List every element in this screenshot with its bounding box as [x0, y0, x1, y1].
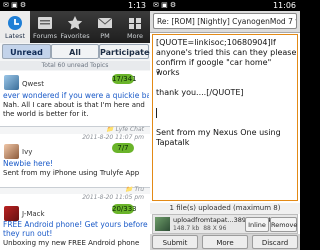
status-time: 11:06	[272, 1, 296, 10]
unread-count-label: Total 60 unread Topics	[0, 61, 150, 70]
tab-more[interactable]: More	[120, 11, 150, 43]
topic-title: Newbie here!	[3, 159, 54, 168]
topic-author: J-Mack	[22, 210, 45, 218]
tab-pm[interactable]: PM	[90, 11, 120, 43]
forum-icon	[38, 17, 52, 29]
notification-icons: ✉ ▣ ⚙	[153, 1, 177, 9]
more-icon	[129, 18, 141, 29]
body-line: Sent from my Nexus One using	[156, 128, 281, 137]
star-icon	[67, 16, 83, 30]
body-line: Tapatalk	[156, 138, 190, 147]
status-bar: ✉ ▣ ⚙ 1:13	[0, 0, 150, 11]
reply-count-badge: 17/341	[112, 74, 137, 84]
reply-compose-screen: ✉ ▣ ⚙ 11:06 Re: [ROM] [Nightly] Cyanogen…	[150, 0, 300, 250]
subject-input[interactable]: Re: [ROM] [Nightly] CyanogenMod 7 for	[153, 13, 297, 29]
tab-favorites[interactable]: Favorites	[60, 11, 90, 43]
reply-count-badge: 7/7	[112, 143, 134, 153]
topic-title: ever wondered if you were a quickie baby…	[3, 91, 149, 100]
image-thumbnail	[155, 217, 170, 231]
tab-label: Favorites	[60, 32, 90, 40]
body-line: anyone's tried this can they please	[156, 48, 297, 57]
topic-author: Qwest	[22, 80, 44, 88]
submit-button[interactable]: Submit	[152, 235, 198, 249]
attachment-item: uploadfromtapat...3895966045.jpg 148.7 k…	[152, 214, 298, 234]
subtab-all[interactable]: All	[51, 44, 99, 59]
attachment-size: 148.7 kb 88 X 96	[173, 225, 227, 232]
tab-label: Forums	[33, 32, 57, 40]
notification-icons: ✉ ▣ ⚙	[3, 1, 27, 9]
tab-forums[interactable]: Forums	[30, 11, 60, 43]
topic-row[interactable]: Qwest 17/341 ever wondered if you were a…	[0, 71, 150, 127]
topic-time: 2011-8-20 11:07 pm	[82, 134, 144, 141]
topic-row[interactable]: 2011-8-20 11:07 pm Ivy 7/7 Newbie here! …	[0, 134, 150, 188]
main-tab-bar: Latest Forums Favorites PM More	[0, 11, 150, 43]
text-cursor	[156, 108, 157, 118]
tab-latest[interactable]: Latest	[0, 11, 30, 43]
avatar	[4, 206, 19, 221]
reply-count-badge: 20/333	[112, 204, 137, 214]
mail-icon	[97, 17, 113, 28]
topic-time: 2011-8-20 11:05 pm	[82, 194, 144, 201]
discard-button[interactable]: Discard	[252, 235, 298, 249]
topic-row[interactable]: 2011-8-20 11:05 pm J-Mack 20/333 FREE An…	[0, 194, 150, 250]
status-bar: ✉ ▣ ⚙ 11:06	[150, 0, 300, 11]
clock-icon	[8, 16, 22, 30]
topic-preview: Nah. All I care about is that I'm here a…	[3, 101, 145, 118]
topic-title: FREE Android phone! Get yours before the…	[3, 220, 148, 238]
action-bar: Submit More Discard	[150, 234, 300, 250]
topic-author: Ivy	[22, 148, 33, 156]
topic-preview: Sent from my iPhone using Trulyfe App	[3, 169, 140, 177]
body-line: confirm if google "car home" works	[156, 58, 272, 77]
topic-filter-tabs: Unread All Participated	[0, 43, 150, 60]
subtab-unread[interactable]: Unread	[2, 44, 51, 59]
more-button[interactable]: More	[202, 235, 248, 249]
inline-button[interactable]: Inline	[245, 217, 269, 232]
tab-label: Latest	[4, 32, 26, 40]
remove-button[interactable]: Remove	[270, 217, 297, 232]
status-time: 1:13	[128, 1, 146, 10]
body-line: [QUOTE=linkisoc;10680904]If	[156, 38, 276, 47]
subtab-participated[interactable]: Participated	[99, 44, 150, 59]
attachment-header: 1 file(s) uploaded (maximum 8)	[150, 203, 300, 214]
topic-preview: Unboxing my new FREE Android phone	[3, 239, 140, 247]
body-line: ?	[156, 68, 161, 77]
avatar	[4, 144, 19, 159]
topic-forum: 📁 Lyfe Chat	[106, 126, 144, 133]
message-editor[interactable]: [QUOTE=linkisoc;10680904]If anyone's tri…	[152, 34, 298, 201]
subject-bar: Re: [ROM] [Nightly] CyanogenMod 7 for	[150, 11, 300, 33]
body-line: thank you....[/QUOTE]	[156, 88, 244, 97]
avatar	[4, 75, 19, 90]
topic-forum: 📁 Tru	[125, 186, 144, 193]
tab-label: PM	[100, 32, 110, 40]
tab-label: More	[126, 32, 144, 40]
forum-screen: ✉ ▣ ⚙ 1:13 Latest Forums Favorites PM Mo…	[0, 0, 150, 250]
